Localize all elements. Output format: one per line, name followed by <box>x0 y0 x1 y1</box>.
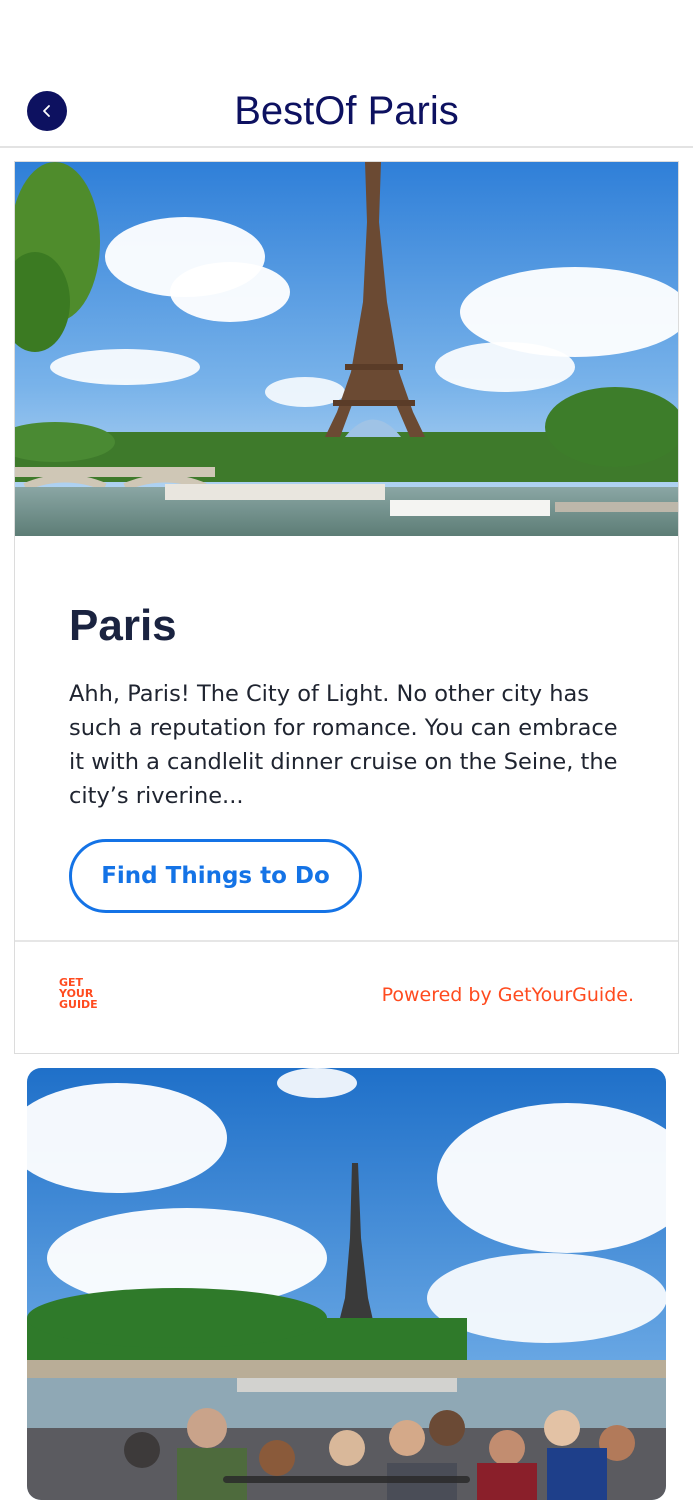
divider <box>15 940 678 942</box>
page-title: BestOf Paris <box>234 89 459 133</box>
powered-by-text[interactable]: Powered by GetYourGuide. <box>382 984 634 1006</box>
destination-title: Paris <box>69 601 177 650</box>
destination-card[interactable]: Paris Ahh, Paris! The City of Light. No … <box>14 161 679 1054</box>
getyourguide-logo: GET YOUR GUIDE <box>59 977 107 1010</box>
home-indicator[interactable] <box>223 1476 470 1483</box>
destination-description: Ahh, Paris! The City of Light. No other … <box>69 681 618 809</box>
logo-line-3: GUIDE <box>59 998 98 1011</box>
tour-card[interactable] <box>27 1068 666 1500</box>
seine-cruise-image <box>27 1068 666 1500</box>
find-things-to-do-button[interactable]: Find Things to Do <box>69 839 362 913</box>
eiffel-tower-hero-image <box>15 162 678 536</box>
top-nav-bar: BestOf Paris <box>0 0 693 148</box>
